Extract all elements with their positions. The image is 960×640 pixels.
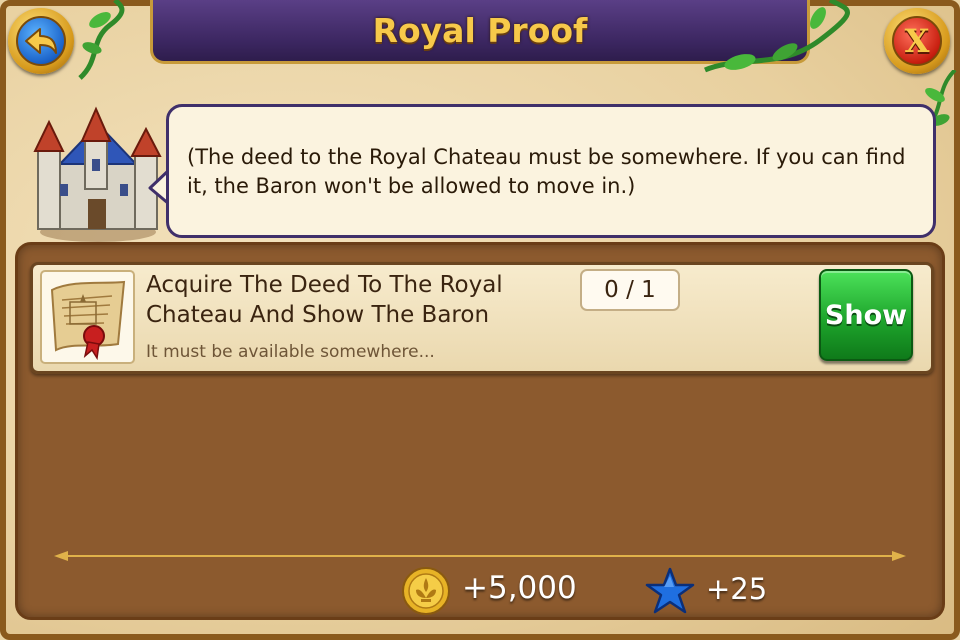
back-button-face [16,16,66,66]
dialogue-bubble: (The deed to the Royal Chateau must be s… [166,104,936,238]
blue-star-icon [645,567,695,614]
reward-xp: +25 [706,572,768,606]
deed-scroll-icon [50,280,126,361]
close-button-face: X [892,16,942,66]
close-x-icon: X [904,22,930,60]
rewards-divider [54,551,906,561]
dialogue-text: (The deed to the Royal Chateau must be s… [187,145,906,198]
reward-coins: +5,000 [462,570,577,606]
show-button-label: Show [824,299,908,331]
task-subtitle: It must be available somewhere... [146,342,435,362]
task-title: Acquire The Deed To The Royal Chateau An… [146,272,503,328]
royal-chateau-icon [33,106,162,242]
page-title: Royal Proof [372,11,588,50]
back-arrow-icon [25,28,57,54]
quest-dialog: Royal Proof X (The deed to the Royal Cha… [0,0,960,640]
back-button[interactable] [8,8,74,74]
close-button[interactable]: X [884,8,950,74]
vine-right-icon [704,0,850,73]
task-icon-frame [40,270,135,364]
task-progress: 0 / 1 [580,269,680,311]
gold-coin-icon [402,567,450,615]
show-button[interactable]: Show [819,269,913,361]
vine-left-icon [78,0,125,80]
task-progress-text: 0 / 1 [604,277,656,303]
